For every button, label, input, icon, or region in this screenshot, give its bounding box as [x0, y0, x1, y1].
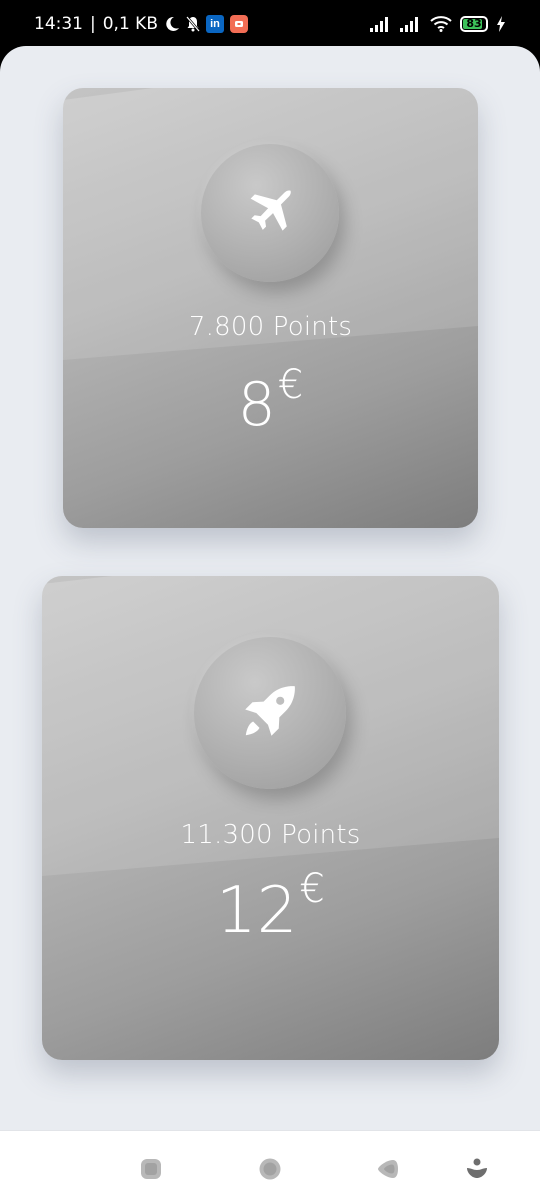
reward-card-airplane[interactable]: 7.800 Points 8€ — [63, 88, 478, 528]
recent-apps-icon[interactable] — [139, 1157, 163, 1181]
signal-icon — [400, 16, 422, 32]
system-nav-bar — [0, 1130, 540, 1200]
signal-icon — [370, 16, 392, 32]
app-screen: 7.800 Points 8€ 11.300 Points 12€ — [0, 46, 540, 1130]
home-icon[interactable] — [258, 1157, 282, 1181]
linkedin-icon: in — [205, 15, 224, 33]
network-speed: 0,1 KB — [102, 14, 158, 34]
app-notification-icon — [229, 15, 248, 33]
battery-icon: 83 — [460, 16, 488, 32]
charging-icon — [496, 16, 506, 32]
price-label: 8€ — [63, 362, 478, 440]
status-right: 83 — [370, 16, 506, 32]
moon-icon — [164, 16, 180, 32]
price-amount: 12 — [216, 874, 298, 948]
status-time: 14:31 — [34, 14, 83, 34]
wifi-icon — [430, 16, 452, 32]
airplane-icon — [242, 183, 298, 244]
rocket-icon — [235, 676, 305, 751]
reward-icon-orb — [201, 144, 339, 282]
reward-icon-orb — [194, 637, 346, 789]
back-icon[interactable] — [376, 1157, 400, 1181]
points-label: 11.300 Points — [180, 820, 361, 850]
bell-muted-icon — [186, 16, 200, 32]
status-left: 14:31 | 0,1 KB in — [34, 14, 248, 34]
price-amount: 8 — [237, 370, 276, 440]
status-separator: | — [90, 14, 96, 34]
reward-card-rocket[interactable]: 11.300 Points 12€ — [42, 576, 499, 1060]
assistant-icon[interactable] — [465, 1157, 489, 1181]
status-bar: 14:31 | 0,1 KB in 83 — [0, 0, 540, 48]
price-label: 12€ — [42, 866, 499, 948]
battery-level: 83 — [466, 17, 482, 30]
price-currency: € — [299, 866, 325, 912]
points-label: 7.800 Points — [188, 312, 353, 342]
price-currency: € — [277, 362, 304, 408]
